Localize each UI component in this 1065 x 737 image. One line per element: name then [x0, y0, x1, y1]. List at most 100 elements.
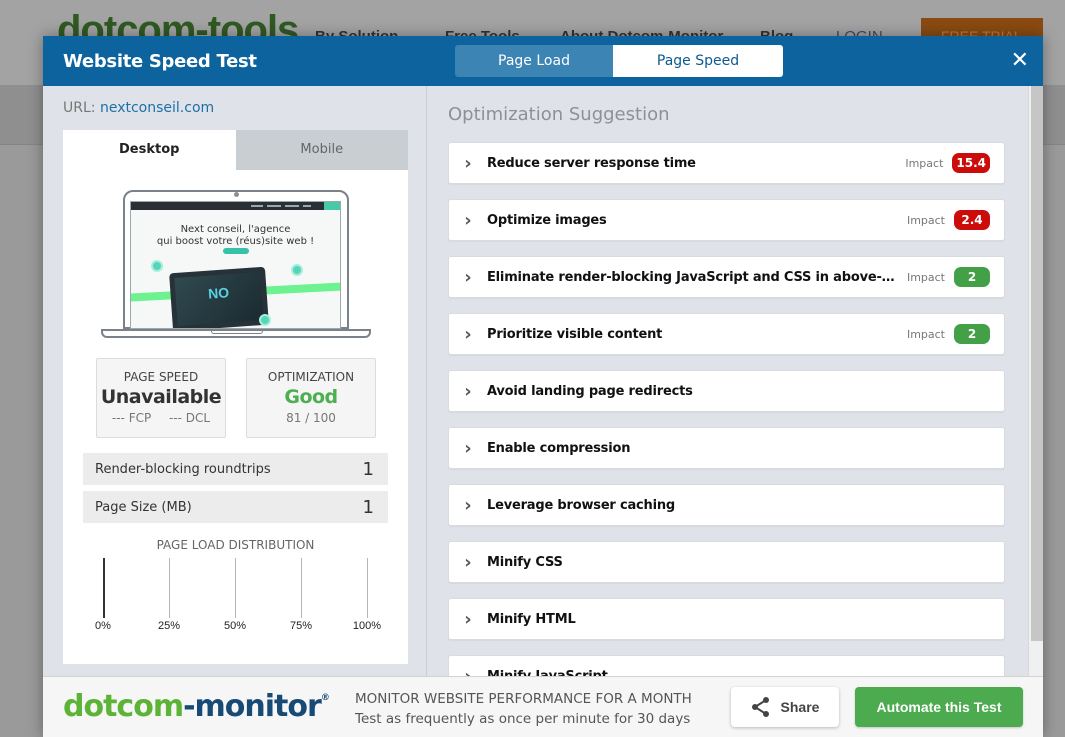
logo-part-2: -monitor	[183, 689, 322, 724]
suggestion-item[interactable]: › Avoid landing page redirects	[448, 370, 1005, 412]
suggestion-label: Minify HTML	[487, 611, 576, 627]
modal-title: Website Speed Test	[63, 51, 257, 72]
screenshot-cta	[223, 248, 249, 254]
device-card: Desktop Mobile Next conseil, l'agence qu…	[63, 130, 408, 664]
impact-badge: 2.4	[954, 210, 990, 230]
page-speed-details: --- FCP --- DCL	[97, 411, 225, 425]
screenshot-headline: Next conseil, l'agence qui boost votre (…	[131, 224, 340, 248]
impact-indicator: Impact 2.4	[907, 210, 990, 230]
suggestion-item[interactable]: › Enable compression	[448, 427, 1005, 469]
suggestion-item[interactable]: › Minify JavaScript	[448, 655, 1005, 676]
metric-row-page-size: Page Size (MB) 1	[83, 491, 388, 523]
suggestion-item[interactable]: › Minify HTML	[448, 598, 1005, 640]
headline-line-1: Next conseil, l'agence	[180, 224, 291, 235]
screenshot-circle	[291, 264, 303, 276]
chevron-right-icon: ›	[464, 494, 472, 516]
modal-header: Website Speed Test Page Load Results Pag…	[43, 36, 1043, 86]
url-line: URL: nextconseil.com	[63, 100, 214, 116]
impact-label: Impact	[906, 270, 945, 284]
suggestion-item[interactable]: › Minify CSS	[448, 541, 1005, 583]
suggestion-label: Avoid landing page redirects	[487, 383, 693, 399]
distribution-tick-label: 100%	[352, 620, 382, 632]
website-screenshot: Next conseil, l'agence qui boost votre (…	[130, 201, 341, 329]
suggestion-item[interactable]: › Reduce server response time Impact 15.4	[448, 142, 1005, 184]
suggestions-title: Optimization Suggestion	[448, 104, 670, 125]
distribution-tick-label: 0%	[95, 620, 111, 632]
dcl-value: --- DCL	[169, 411, 211, 425]
screenshot-device: NO	[169, 266, 269, 328]
impact-indicator: Impact 2	[907, 267, 990, 287]
distribution-tick-label: 75%	[289, 620, 313, 632]
impact-label: Impact	[906, 213, 945, 227]
distribution-gridline	[103, 558, 105, 618]
chevron-right-icon: ›	[464, 437, 472, 459]
screenshot-navbar	[131, 202, 340, 210]
chevron-right-icon: ›	[464, 152, 472, 174]
impact-indicator: Impact 2	[907, 324, 990, 344]
automate-test-button[interactable]: Automate this Test	[855, 687, 1023, 727]
chevron-right-icon: ›	[464, 551, 472, 573]
distribution-title: PAGE LOAD DISTRIBUTION	[156, 538, 315, 552]
suggestion-label: Minify CSS	[487, 554, 563, 570]
promo-subtext: Test as frequently as once per minute fo…	[355, 711, 691, 727]
tab-page-load-results[interactable]: Page Load Results	[455, 45, 613, 77]
tab-desktop[interactable]: Desktop	[63, 130, 236, 170]
close-icon[interactable]: ✕	[1011, 49, 1029, 71]
impact-badge: 2	[954, 267, 990, 287]
metric-value: 1	[362, 496, 374, 518]
distribution-tick-label: 25%	[157, 620, 181, 632]
camera-icon	[234, 192, 239, 197]
suggestion-label: Minify JavaScript	[487, 668, 608, 677]
distribution-chart: 0% 25% 50% 75% 100%	[83, 558, 388, 638]
page-speed-value: Unavailable	[100, 386, 222, 408]
suggestion-list: › Reduce server response time Impact 15.4 › O…	[448, 142, 1005, 676]
optimization-box: OPTIMIZATION Good 81 / 100	[246, 358, 376, 438]
promo-headline: MONITOR WEBSITE PERFORMANCE FOR A MONTH	[355, 691, 692, 707]
distribution-tick-label: 50%	[223, 620, 247, 632]
suggestions-scrollbar[interactable]	[1028, 86, 1043, 676]
fcp-value: --- FCP	[111, 411, 152, 425]
chevron-right-icon: ›	[464, 323, 472, 345]
device-tabs: Desktop Mobile	[63, 130, 408, 170]
tab-mobile[interactable]: Mobile	[235, 130, 408, 170]
impact-label: Impact	[906, 327, 945, 341]
url-label: URL:	[63, 100, 96, 116]
chevron-right-icon: ›	[464, 266, 472, 288]
suggestion-item[interactable]: › Optimize images Impact 2.4	[448, 199, 1005, 241]
metric-value: 1	[362, 458, 374, 480]
suggestion-label: Optimize images	[487, 212, 607, 228]
chevron-right-icon: ›	[464, 380, 472, 402]
laptop-base	[101, 329, 371, 338]
suggestion-label: Leverage browser caching	[487, 497, 676, 513]
chevron-right-icon: ›	[464, 665, 472, 677]
distribution-gridline	[301, 558, 302, 618]
suggestion-item[interactable]: › Eliminate render-blocking JavaScript an…	[448, 256, 1005, 298]
chevron-right-icon: ›	[464, 209, 472, 231]
share-button[interactable]: Share	[731, 687, 839, 727]
suggestion-item[interactable]: › Leverage browser caching	[448, 484, 1005, 526]
optimization-label: OPTIMIZATION	[267, 370, 355, 384]
impact-badge: 15.4	[952, 153, 990, 173]
impact-indicator: Impact 15.4	[905, 153, 990, 173]
share-label: Share	[780, 699, 820, 715]
optimization-score: 81 / 100	[286, 411, 336, 425]
distribution-gridline	[169, 558, 170, 618]
url-link[interactable]: nextconseil.com	[100, 100, 214, 116]
speed-test-modal: Website Speed Test Page Load Results Pag…	[43, 36, 1043, 737]
metric-label: Render-blocking roundtrips	[95, 461, 271, 477]
scrollbar-thumb[interactable]	[1031, 86, 1043, 641]
chevron-right-icon: ›	[464, 608, 472, 630]
share-icon	[751, 697, 769, 717]
distribution-gridline	[235, 558, 236, 618]
suggestion-label: Reduce server response time	[487, 155, 696, 171]
page-speed-label: PAGE SPEED	[123, 370, 199, 384]
tab-page-speed-insights[interactable]: Page Speed Insights	[613, 45, 783, 77]
registered-mark: ®	[320, 693, 330, 703]
logo-part-1: dotcom	[63, 689, 184, 724]
dotcom-monitor-logo: dotcom-monitor®	[63, 689, 330, 724]
suggestions-panel: Optimization Suggestion › Reduce server r…	[428, 86, 1028, 676]
suggestion-label: Prioritize visible content	[487, 326, 663, 342]
suggestion-item[interactable]: › Prioritize visible content Impact 2	[448, 313, 1005, 355]
laptop-preview: Next conseil, l'agence qui boost votre (…	[101, 188, 371, 338]
metric-row-render-blocking: Render-blocking roundtrips 1	[83, 453, 388, 485]
